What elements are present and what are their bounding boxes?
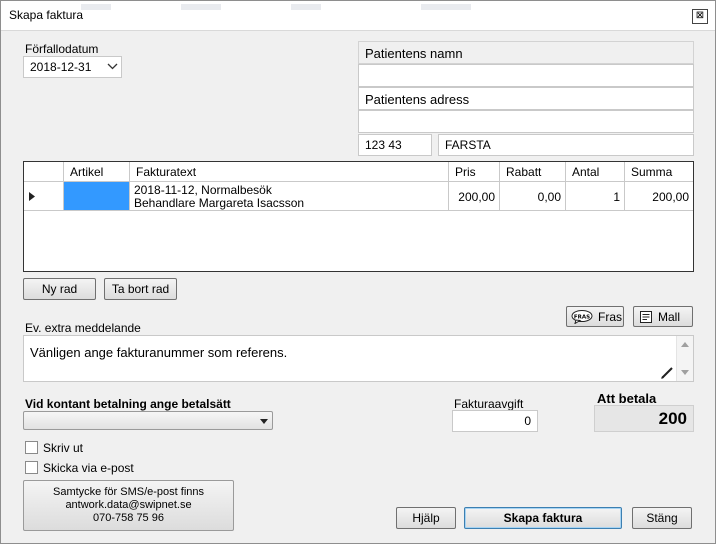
invoice-fee-label: Fakturaavgift (454, 397, 524, 411)
row-selector[interactable] (24, 182, 64, 211)
cell-summa[interactable]: 200,00 (625, 182, 693, 211)
patient-address-input[interactable] (358, 110, 694, 133)
row-indicator-icon (29, 192, 35, 201)
column-header-antal[interactable]: Antal (566, 162, 625, 182)
phrase-icon: FRAS (571, 309, 593, 324)
cell-artikel[interactable] (64, 182, 130, 211)
city-input[interactable]: FARSTA (438, 134, 694, 156)
cell-antal[interactable]: 1 (566, 182, 625, 211)
template-button[interactable]: Mall (633, 306, 693, 327)
chevron-down-icon (260, 419, 268, 424)
patient-name-input[interactable] (358, 64, 694, 87)
due-date-label: Förfallodatum (25, 42, 99, 56)
message-textarea[interactable]: Vänligen ange fakturanummer som referens… (23, 335, 694, 382)
remove-row-button[interactable]: Ta bort rad (104, 278, 177, 300)
template-label: Mall (658, 309, 681, 324)
consent-info-box[interactable]: Samtycke för SMS/e-post finns antwork.da… (23, 480, 234, 531)
background-ghost (81, 4, 111, 10)
invoice-lines-grid[interactable]: Artikel Fakturatext Pris Rabatt Antal Su… (23, 161, 694, 272)
chevron-down-icon (107, 63, 118, 70)
email-checkbox[interactable] (25, 461, 38, 474)
title-bar: Skapa faktura ⊠ (1, 1, 715, 31)
phrase-label: Fras (598, 309, 622, 324)
payment-method-select[interactable] (23, 411, 273, 430)
scroll-down-icon[interactable] (681, 370, 689, 375)
cell-fakturatext-line2: Behandlare Margareta Isacsson (134, 196, 305, 210)
background-ghost (181, 4, 221, 10)
grid-header: Artikel Fakturatext Pris Rabatt Antal Su… (24, 162, 693, 182)
row-header-corner (24, 162, 64, 182)
message-scrollbar[interactable] (676, 336, 693, 381)
phrase-icon-text: FRAS (574, 314, 590, 320)
message-label: Ev. extra meddelande (25, 321, 141, 335)
close-button[interactable]: Stäng (632, 507, 692, 529)
print-checkbox[interactable] (25, 441, 38, 454)
patient-name-label: Patientens namn (358, 41, 694, 64)
consent-email: antwork.data@swipnet.se (65, 499, 192, 511)
column-header-pris[interactable]: Pris (449, 162, 500, 182)
phrase-button[interactable]: FRAS Fras (566, 306, 624, 327)
column-header-fakturatext[interactable]: Fakturatext (130, 162, 449, 182)
edit-pencil-icon (661, 367, 673, 379)
patient-address-label: Patientens adress (358, 87, 694, 110)
message-text: Vänligen ange fakturanummer som referens… (30, 345, 288, 360)
cell-pris[interactable]: 200,00 (449, 182, 500, 211)
email-checkbox-label[interactable]: Skicka via e-post (43, 461, 134, 475)
invoice-fee-input[interactable]: 0 (452, 410, 538, 432)
total-amount: 200 (594, 405, 694, 432)
cell-fakturatext[interactable]: 2018-11-12, Normalbesök Behandlare Marga… (130, 182, 449, 211)
cell-rabatt[interactable]: 0,00 (500, 182, 566, 211)
close-icon[interactable]: ⊠ (692, 9, 708, 24)
consent-line-1: Samtycke för SMS/e-post finns (53, 486, 204, 498)
due-date-picker[interactable]: 2018-12-31 (23, 56, 122, 78)
column-header-artikel[interactable]: Artikel (64, 162, 130, 182)
column-header-summa[interactable]: Summa (625, 162, 693, 182)
scroll-up-icon[interactable] (681, 342, 689, 347)
background-ghost (291, 4, 321, 10)
total-label: Att betala (597, 391, 657, 406)
window-title: Skapa faktura (9, 8, 84, 22)
create-invoice-button[interactable]: Skapa faktura (464, 507, 622, 529)
help-button[interactable]: Hjälp (396, 507, 456, 529)
column-header-rabatt[interactable]: Rabatt (500, 162, 566, 182)
postal-code-input[interactable]: 123 43 (358, 134, 432, 156)
payment-method-label: Vid kontant betalning ange betalsätt (25, 397, 231, 411)
consent-phone: 070-758 75 96 (93, 512, 164, 524)
due-date-value: 2018-12-31 (30, 60, 92, 74)
background-ghost (421, 4, 471, 10)
print-checkbox-label[interactable]: Skriv ut (43, 441, 83, 455)
invoice-dialog: Skapa faktura ⊠ Förfallodatum 2018-12-31… (0, 0, 716, 544)
add-row-button[interactable]: Ny rad (23, 278, 96, 300)
template-icon (640, 310, 652, 323)
